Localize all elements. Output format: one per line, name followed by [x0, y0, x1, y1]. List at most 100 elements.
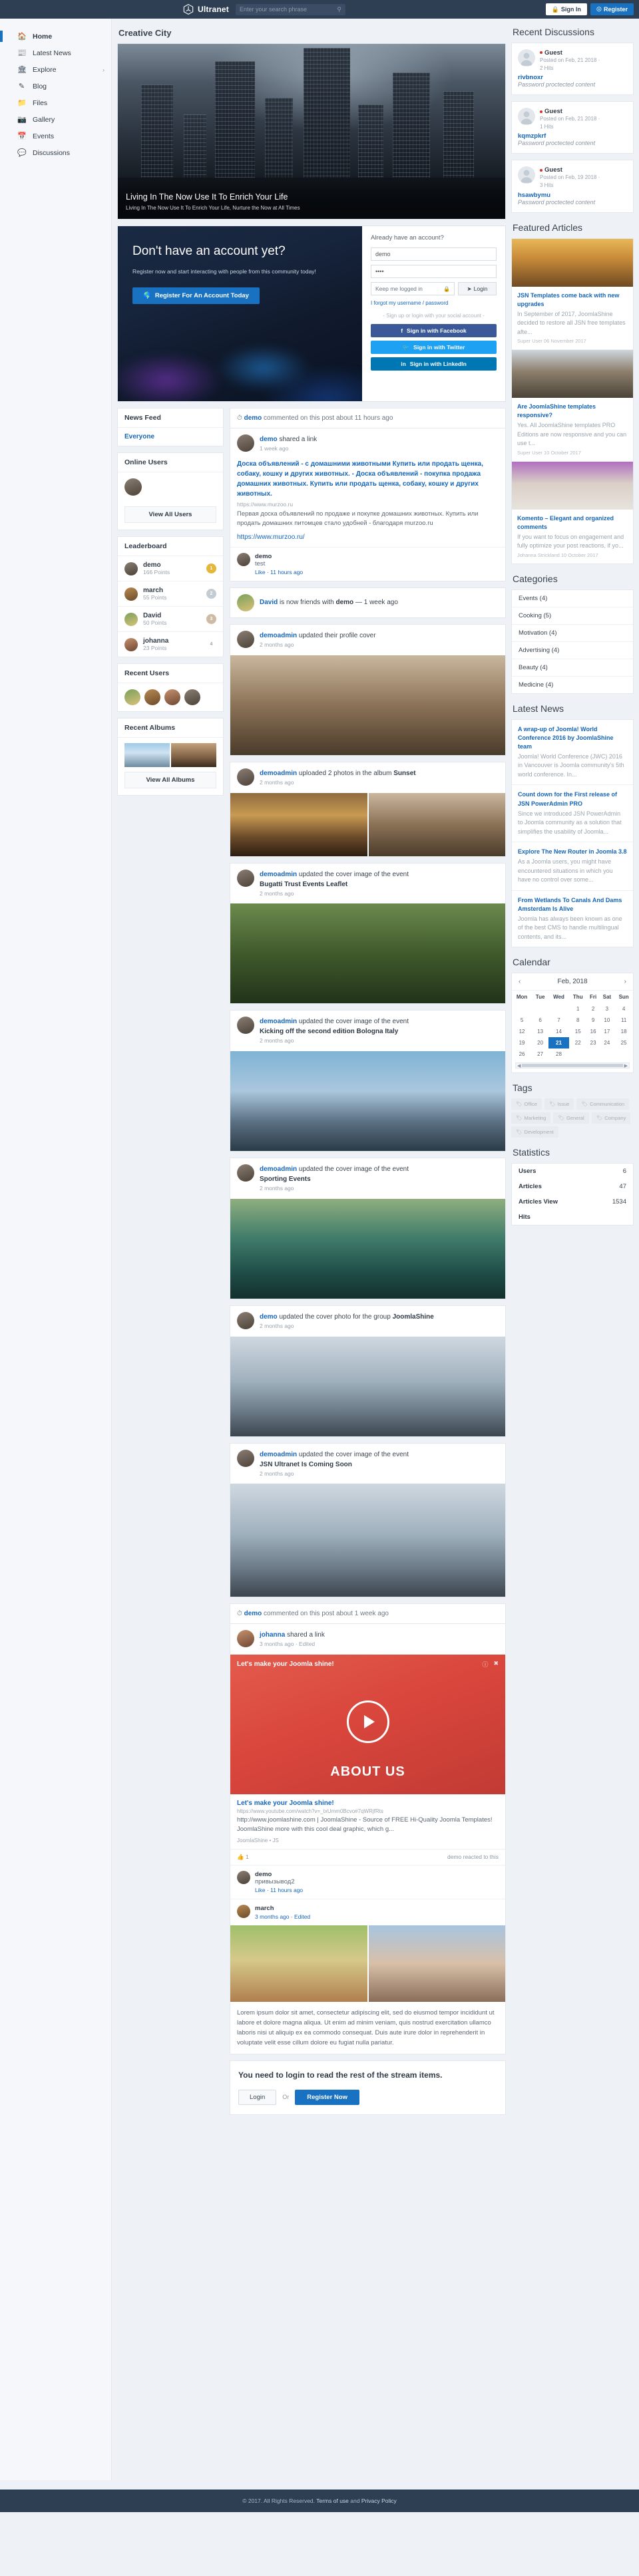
- sidebar-item-events[interactable]: 📅 Events: [0, 128, 111, 144]
- avatar[interactable]: [144, 689, 160, 705]
- calendar-day[interactable]: 10: [599, 1015, 614, 1026]
- tag-item[interactable]: 🏷 Development: [511, 1126, 558, 1138]
- calendar-day[interactable]: 24: [599, 1037, 614, 1048]
- calendar-day[interactable]: 19: [512, 1037, 532, 1048]
- leaderboard-row[interactable]: demo 166 Points 1: [118, 556, 223, 581]
- feed-item-photo[interactable]: [230, 1484, 505, 1597]
- feed-item-user[interactable]: demoadmin: [260, 770, 297, 777]
- discussion-card[interactable]: Guest Posted on Feb, 21 2018 · 2 Hits ri…: [511, 43, 634, 96]
- avatar[interactable]: [237, 1017, 254, 1035]
- feed-item-user[interactable]: demoadmin: [260, 871, 297, 878]
- search-icon[interactable]: ⚲: [337, 6, 341, 13]
- news-title[interactable]: Explore The New Router in Joomla 3.8: [518, 848, 627, 856]
- feed-item-user[interactable]: demoadmin: [260, 632, 297, 639]
- calendar-day-today[interactable]: 21: [548, 1037, 569, 1049]
- sign-in-button[interactable]: 🔒 Sign In: [545, 3, 587, 15]
- avatar[interactable]: [124, 478, 142, 496]
- news-title[interactable]: From Wetlands To Canals And Dams Amsterd…: [518, 896, 627, 913]
- category-item[interactable]: Medicine (4): [512, 677, 633, 693]
- avatar[interactable]: [184, 689, 200, 705]
- category-item[interactable]: Cooking (5): [512, 607, 633, 625]
- calendar-day[interactable]: 20: [532, 1037, 548, 1048]
- sidebar-item-files[interactable]: 📁 Files: [0, 94, 111, 111]
- brand[interactable]: Ultranet: [183, 4, 229, 15]
- footer-privacy-link[interactable]: Privacy Policy: [361, 2497, 397, 2504]
- featured-article[interactable]: JSN Templates come back with new upgrade…: [512, 238, 633, 351]
- password-field[interactable]: [371, 265, 497, 278]
- calendar-day[interactable]: 22: [569, 1037, 587, 1048]
- calendar-day[interactable]: 8: [569, 1015, 587, 1026]
- comment-actions[interactable]: Like · 11 hours ago: [255, 569, 303, 575]
- chevron-left-icon[interactable]: ‹: [519, 978, 521, 985]
- featured-article[interactable]: Are JoomlaShine templates responsive? Ye…: [512, 350, 633, 462]
- feed-item-user[interactable]: demoadmin: [260, 1018, 297, 1025]
- tag-item[interactable]: 🏷 Communication: [576, 1098, 630, 1110]
- article-title[interactable]: Komento – Elegant and organized comments: [517, 514, 628, 532]
- feed-item-photo[interactable]: [230, 1336, 505, 1436]
- discussion-title[interactable]: kqmzpkrf: [518, 132, 546, 140]
- leaderboard-row[interactable]: march 55 Points 2: [118, 581, 223, 607]
- discussion-card[interactable]: Guest Posted on Feb, 21 2018 · 1 Hits kq…: [511, 101, 634, 154]
- discussion-title[interactable]: hsawbymu: [518, 192, 550, 199]
- stream-header-user[interactable]: demo: [244, 414, 262, 422]
- calendar-day[interactable]: 23: [587, 1037, 600, 1048]
- tag-item[interactable]: 🏷 Marketing: [511, 1112, 551, 1124]
- footer-terms-link[interactable]: Terms of use: [316, 2497, 349, 2504]
- facebook-signin-button[interactable]: f Sign in with Facebook: [371, 324, 497, 337]
- leaderboard-row[interactable]: David 50 Points 3: [118, 607, 223, 632]
- chevron-right-icon[interactable]: ›: [624, 978, 626, 985]
- avatar[interactable]: [237, 1311, 254, 1329]
- avatar[interactable]: [237, 1164, 254, 1182]
- feed-item-user[interactable]: johanna: [260, 1631, 285, 1639]
- calendar-day[interactable]: 28: [548, 1048, 569, 1060]
- feed-item-photo[interactable]: [230, 792, 367, 856]
- calendar-day[interactable]: [548, 1003, 569, 1015]
- comment-like-link[interactable]: Like: [255, 569, 266, 575]
- calendar-day[interactable]: 17: [599, 1026, 614, 1037]
- leaderboard-row[interactable]: johanna 23 Points 4: [118, 632, 223, 657]
- username-field[interactable]: [371, 247, 497, 261]
- tag-item[interactable]: 🏷 General: [553, 1112, 589, 1124]
- close-icon[interactable]: ✖: [493, 1660, 499, 1669]
- discussion-title[interactable]: rivbnoxr: [518, 74, 543, 81]
- calendar-day[interactable]: 13: [532, 1026, 548, 1037]
- calendar-day[interactable]: [599, 1048, 614, 1060]
- sidebar-item-blog[interactable]: ✎ Blog: [0, 78, 111, 94]
- calendar-day[interactable]: 1: [569, 1003, 587, 1015]
- calendar-day[interactable]: 3: [599, 1003, 614, 1015]
- feed-item-event[interactable]: Kicking off the second edition Bologna I…: [260, 1027, 409, 1037]
- video-controls[interactable]: ⓘ ✖: [482, 1660, 499, 1669]
- calendar-day[interactable]: 11: [614, 1015, 633, 1026]
- avatar[interactable]: [237, 434, 254, 452]
- feed-item-photo[interactable]: [368, 792, 505, 856]
- search-box[interactable]: ⚲: [235, 3, 345, 15]
- feed-item-target[interactable]: demo: [336, 599, 354, 606]
- category-item[interactable]: Events (4): [512, 590, 633, 607]
- discussion-card[interactable]: Guest Posted on Feb, 19 2018 · 3 Hits hs…: [511, 160, 634, 213]
- feed-item-group[interactable]: JoomlaShine: [393, 1313, 434, 1321]
- avatar[interactable]: [237, 631, 254, 649]
- category-item[interactable]: Beauty (4): [512, 659, 633, 677]
- feed-item-user[interactable]: demoadmin: [260, 1166, 297, 1173]
- category-item[interactable]: Motivation (4): [512, 625, 633, 642]
- avatar[interactable]: [237, 1870, 250, 1884]
- news-item[interactable]: From Wetlands To Canals And Dams Amsterd…: [512, 891, 633, 947]
- feed-item-album[interactable]: Sunset: [393, 770, 415, 777]
- avatar[interactable]: [237, 869, 254, 887]
- calendar-day[interactable]: 4: [614, 1003, 633, 1015]
- avatar[interactable]: [237, 1449, 254, 1467]
- sidebar-item-explore[interactable]: 🏛 Explore ›: [0, 61, 111, 78]
- calendar-day[interactable]: 18: [614, 1026, 633, 1037]
- sidebar-item-gallery[interactable]: 📷 Gallery: [0, 111, 111, 128]
- comment-author[interactable]: march: [255, 1905, 310, 1912]
- view-all-users-button[interactable]: View All Users: [124, 506, 216, 523]
- sidebar-item-home[interactable]: 🏠 Home: [0, 28, 111, 45]
- scroll-thumb[interactable]: [522, 1064, 623, 1068]
- comment-actions[interactable]: Like · 11 hours ago: [255, 1887, 303, 1893]
- feed-item-user[interactable]: demoadmin: [260, 1451, 297, 1458]
- news-title[interactable]: A wrap-up of Joomla! World Conference 20…: [518, 725, 627, 751]
- calendar-day[interactable]: 26: [512, 1048, 532, 1060]
- tag-item[interactable]: 🏷 Issue: [544, 1098, 574, 1110]
- feed-item-user[interactable]: demo: [260, 1313, 278, 1321]
- scroll-left-icon[interactable]: ◀: [517, 1063, 521, 1068]
